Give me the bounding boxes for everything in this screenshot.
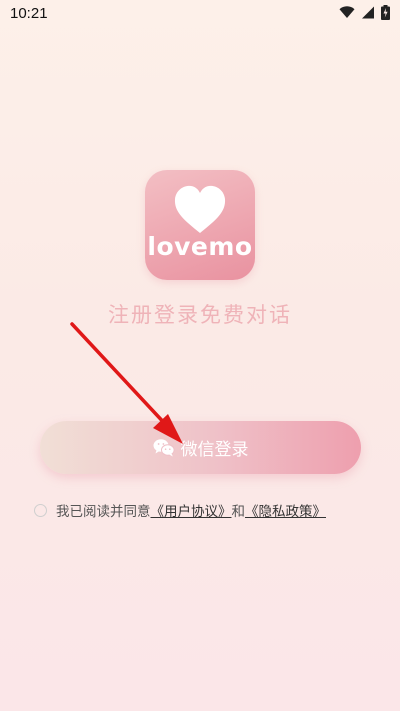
tagline: 注册登录免费对话 bbox=[108, 303, 292, 327]
heart-icon bbox=[174, 185, 226, 233]
annotation-arrow bbox=[70, 322, 183, 444]
user-agreement-link[interactable]: 《用户协议》 bbox=[151, 500, 232, 520]
agreement-radio[interactable] bbox=[34, 503, 47, 517]
privacy-policy-link[interactable]: 《隐私政策》 bbox=[245, 500, 326, 520]
wechat-login-label: 微信登录 bbox=[180, 440, 249, 460]
wechat-icon bbox=[153, 439, 175, 457]
agreement-prefix: 我已阅读并同意 bbox=[56, 504, 151, 520]
wifi-icon bbox=[339, 6, 355, 18]
logo-wordmark: lovemo bbox=[147, 232, 253, 261]
agreement-conjunction: 和 bbox=[231, 504, 246, 520]
signal-icon bbox=[362, 6, 374, 19]
app-logo: lovemo bbox=[145, 170, 255, 280]
wechat-login-button[interactable]: 微信登录 bbox=[40, 421, 361, 474]
status-icons bbox=[339, 5, 390, 20]
battery-icon bbox=[381, 5, 390, 20]
agreement-row: 我已阅读并同意 《用户协议》 和 《隐私政策》 bbox=[34, 500, 326, 520]
status-bar: 10:21 bbox=[0, 0, 400, 28]
status-time: 10:21 bbox=[10, 5, 48, 22]
